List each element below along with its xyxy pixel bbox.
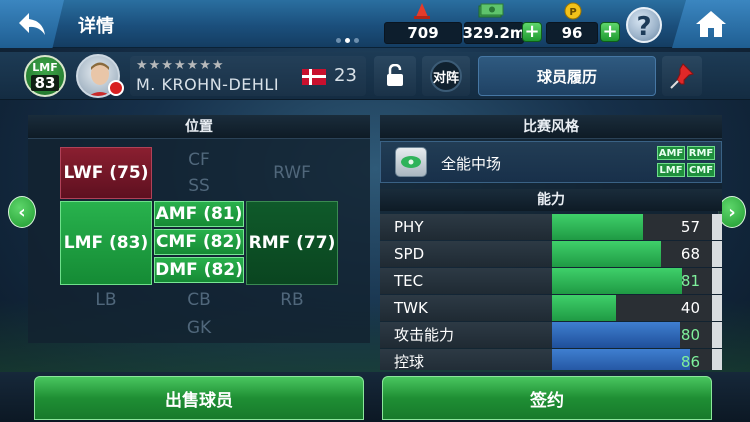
position-lb: LB [95,290,117,310]
ability-bar-track: 40 [552,295,712,321]
play-style-row: 全能中场 AMF RMF LMF CMF [380,141,722,183]
position-cf: CF [188,150,210,170]
add-coins-button[interactable]: + [600,22,620,42]
player-name: M. KROHN-DEHLI [136,75,280,94]
sign-player-button[interactable]: 签约 [382,376,712,420]
page-indicator [336,38,359,43]
ability-bar-fill [552,322,680,348]
ability-value: 68 [680,245,700,263]
style-tag: AMF [657,146,685,160]
page-dot-active [345,38,350,43]
ability-value: 57 [680,218,700,236]
play-style-icon [395,147,427,177]
ability-bar-track: 68 [552,241,712,267]
compare-button[interactable]: 对阵 [422,56,470,96]
back-button[interactable] [0,0,64,48]
next-player-button[interactable]: › [718,196,746,228]
ability-label: TEC [380,268,552,294]
denmark-flag-icon [302,69,326,85]
ability-row: TEC 81 [380,268,722,294]
compare-label: 对阵 [430,60,462,92]
lock-button[interactable] [374,56,416,96]
position-lwf: LWF (75) [60,147,152,199]
coin-icon: P [564,2,582,24]
cone-icon [412,2,432,24]
back-arrow-icon [19,13,45,35]
positions-panel: 位置 CF SS LWF (75) RWF LMF (83) AMF (81) … [28,115,370,343]
pin-button[interactable] [662,56,702,96]
ability-row: 攻击能力 80 [380,322,722,348]
ability-bar-track: 86 [552,349,712,370]
ability-value: 86 [680,353,700,370]
style-tag: CMF [687,163,715,177]
ability-bar-fill [552,214,644,240]
position-dmf: DMF (82) [154,257,244,283]
ability-label: PHY [380,214,552,240]
sell-player-button[interactable]: 出售球员 [34,376,364,420]
ability-row: 控球 86 [380,349,722,370]
ability-row: PHY 57 [380,214,722,240]
style-tag: LMF [657,163,685,177]
position-ss: SS [188,176,210,196]
positions-header: 位置 [28,115,370,139]
unlock-icon [387,64,403,86]
money-count: 329.2m [462,22,526,44]
page-dot [336,38,341,43]
svg-text:P: P [569,7,576,18]
position-amf: AMF (81) [154,201,244,227]
ability-bar-track: 80 [552,322,712,348]
play-style-panel: 比赛风格 全能中场 AMF RMF LMF CMF 能力 PHY 57 SPD 68 T… [380,115,722,370]
position-cmf: CMF (82) [154,229,244,255]
position-cb: CB [187,290,211,310]
ability-bar-track: 57 [552,214,712,240]
abilities-header: 能力 [380,189,722,211]
play-style-name: 全能中场 [441,155,502,173]
page-dot [354,38,359,43]
style-tag: RMF [687,146,715,160]
ability-label: SPD [380,241,552,267]
ability-label: 攻击能力 [380,322,552,348]
add-money-button[interactable]: + [522,22,542,42]
pin-icon [670,63,694,89]
position-lmf: LMF (83) [60,201,152,285]
player-name-panel: ★★★★★★★ M. KROHN-DEHLI 23 [130,56,366,96]
club-crest-icon [108,80,124,96]
position-rmf: RMF (77) [246,201,338,285]
help-button[interactable]: ? [626,7,662,43]
ability-bar-fill [552,295,616,321]
ability-bar-fill [552,268,682,294]
ability-label: 控球 [380,349,552,370]
ability-bar-fill [552,241,661,267]
play-style-header: 比赛风格 [380,115,722,139]
position-rb: RB [280,290,304,310]
previous-player-button[interactable]: ‹ [8,196,36,228]
player-stars: ★★★★★★★ [136,58,225,73]
tokens-count: 709 [384,22,462,44]
ability-label: TWK [380,295,552,321]
player-history-button[interactable]: 球员履历 [478,56,656,96]
ability-row: SPD 68 [380,241,722,267]
player-bar: LMF 83 ★★★★★★★ M. KROHN-DEHLI 23 对阵 球员履历 [0,52,750,100]
player-position: LMF [32,61,58,74]
player-age: 23 [334,65,357,86]
position-rwf: RWF [273,163,311,183]
ability-value: 81 [680,272,700,290]
cash-icon [478,2,504,24]
ability-row: TWK 40 [380,295,722,321]
player-overall: 83 [31,75,59,91]
home-icon [696,11,726,37]
ability-value: 40 [680,299,700,317]
position-gk: GK [186,318,212,338]
top-bar: 详情 709 329.2m + P 96 + ? [0,0,750,48]
page-title: 详情 [78,16,114,37]
position-rating-badge: LMF 83 [24,55,66,97]
ability-bar-track: 81 [552,268,712,294]
home-button[interactable] [672,0,750,48]
ability-bar-fill [552,349,690,370]
coins-count: 96 [546,22,598,44]
ability-value: 80 [680,326,700,344]
